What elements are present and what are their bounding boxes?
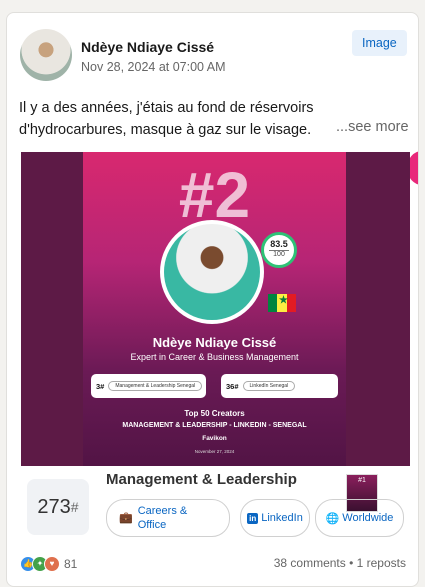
- graphic-person-name: Ndèye Ndiaye Cissé: [152, 335, 277, 350]
- author-name[interactable]: Ndèye Ndiaye Cissé: [81, 39, 214, 55]
- brand-logo: Favikon: [202, 435, 227, 442]
- rank-suffix: #: [70, 499, 79, 515]
- graphic-date: November 27, 2024: [194, 449, 235, 454]
- score-value: 83.5: [270, 239, 288, 249]
- creator-categories: MANAGEMENT & LEADERSHIP - LINKEDIN - SEN…: [122, 422, 307, 429]
- score-max: 100: [269, 250, 289, 258]
- author-avatar[interactable]: [20, 29, 72, 81]
- reactions-summary[interactable]: 👍 ✦ ♥ 81: [20, 556, 77, 572]
- reaction-count: 81: [64, 557, 78, 571]
- tag-careers-office[interactable]: 💼 Careers & Office: [106, 499, 230, 537]
- rank-card-management: 3# Management & Leadership Senegal: [91, 374, 206, 398]
- flag-star-icon: ★: [279, 295, 288, 306]
- post-type-badge: Image: [352, 30, 407, 56]
- senegal-flag-icon: ★: [268, 294, 296, 312]
- tag-worldwide[interactable]: 🌐 Worldwide: [315, 499, 404, 537]
- score-badge: 83.5 100: [261, 232, 297, 268]
- graphic-person-title: Expert in Career & Business Management: [130, 352, 299, 362]
- comments-reposts-count[interactable]: 38 comments • 1 reposts: [274, 556, 406, 570]
- thumbnail-rank: #1: [358, 477, 366, 484]
- rank-card-label: LinkedIn Senegal: [242, 381, 296, 391]
- globe-icon: 🌐: [325, 512, 340, 525]
- post-card: Ndèye Ndiaye Cissé Nov 28, 2024 at 07:00…: [6, 12, 419, 587]
- rank-card-number: 3#: [96, 381, 105, 391]
- post-date: Nov 28, 2024 at 07:00 AM: [81, 60, 226, 74]
- see-more-link[interactable]: ...see more: [336, 119, 409, 135]
- rank-card-number: 36#: [226, 381, 239, 391]
- post-text-line-1: Il y a des années, j'étais au fond de ré…: [19, 100, 314, 116]
- tag-label: Careers & Office: [137, 505, 188, 531]
- rank-card-linkedin: 36# LinkedIn Senegal: [221, 374, 338, 398]
- tag-label: Worldwide: [342, 512, 394, 524]
- rank-value: 273: [37, 495, 71, 518]
- tag-label: LinkedIn: [261, 512, 303, 524]
- tag-linkedin[interactable]: in LinkedIn: [240, 499, 310, 537]
- ranking-category[interactable]: Management & Leadership: [106, 471, 297, 488]
- rank-box: 273 #: [27, 479, 89, 535]
- linkedin-icon: in: [247, 512, 259, 524]
- ranking-graphic: #2 83.5 100 ★ Ndèye Ndiaye Cissé Expert …: [83, 152, 346, 466]
- profile-photo-ring: [160, 220, 264, 324]
- post-image[interactable]: #2 83.5 100 ★ Ndèye Ndiaye Cissé Expert …: [21, 152, 410, 466]
- briefcase-icon: 💼: [119, 512, 133, 524]
- love-icon: ♥: [44, 556, 60, 572]
- profile-photo: [164, 224, 260, 320]
- rank-card-label: Management & Leadership Senegal: [108, 381, 203, 391]
- top-creators-heading: Top 50 Creators: [184, 409, 245, 418]
